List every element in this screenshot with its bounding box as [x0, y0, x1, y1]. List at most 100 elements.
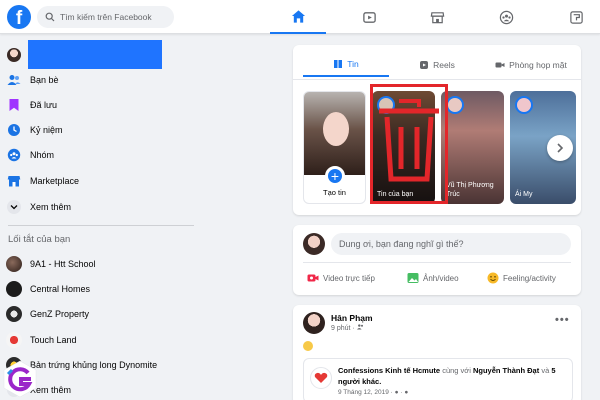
- sidebar-item-label: Marketplace: [30, 176, 80, 186]
- search-icon: [45, 12, 55, 22]
- tab-rooms[interactable]: Phòng họp mặt: [481, 53, 581, 77]
- nav-tab-home[interactable]: [270, 0, 326, 34]
- connector-text: và: [539, 366, 552, 375]
- photo-icon: [407, 273, 419, 283]
- shortcut-avatar: [6, 306, 22, 322]
- shared-post-date: 9 Tháng 12, 2019 · ● · ●: [338, 389, 409, 396]
- create-story-card[interactable]: + Tạo tin: [303, 91, 366, 204]
- story-avatar: [446, 96, 464, 114]
- post-time-text: 9 phút ·: [331, 325, 355, 332]
- video-camera-icon: [495, 62, 505, 68]
- post-composer: Dung ơi, bạn đang nghĩ gì thế? Video trự…: [293, 225, 581, 295]
- nav-tab-watch[interactable]: [341, 0, 397, 34]
- sidebar-item-label: Nhóm: [30, 150, 55, 160]
- reels-icon: [420, 61, 429, 69]
- sidebar-item-label: Bạn bè: [30, 75, 59, 85]
- nav-tab-marketplace[interactable]: [409, 0, 465, 34]
- story-avatar: [515, 96, 533, 114]
- book-icon: [334, 60, 343, 68]
- shortcut-label: Bản trứng khủng long Dynomite: [30, 360, 158, 370]
- tab-reels[interactable]: Reels: [389, 53, 485, 77]
- sidebar-item-memories[interactable]: Kỷ niệm: [6, 119, 196, 141]
- shortcut-label: Touch Land: [30, 335, 77, 345]
- groups-icon: [6, 147, 22, 163]
- plus-icon[interactable]: +: [325, 166, 345, 186]
- sidebar-item-label: Kỷ niệm: [30, 125, 63, 135]
- top-navigation-bar: f: [0, 0, 600, 34]
- search-input[interactable]: [60, 12, 170, 22]
- chevron-down-icon: [7, 200, 21, 214]
- post-time[interactable]: 9 phút ·: [331, 324, 364, 332]
- shortcut-label: Central Homes: [30, 284, 91, 294]
- connector-text: cùng với: [440, 366, 473, 375]
- action-label: Feeling/activity: [503, 273, 556, 283]
- create-story-photo: [304, 92, 365, 175]
- emoji-icon: [303, 341, 313, 351]
- photo-video-button[interactable]: Ảnh/video: [407, 268, 459, 288]
- facebook-logo[interactable]: f: [7, 5, 31, 29]
- nav-tab-groups[interactable]: [478, 0, 534, 34]
- shortcut-label: 9A1 - Htt School: [30, 259, 96, 269]
- watch-icon: [362, 11, 376, 23]
- friends-icon: [6, 72, 22, 88]
- shortcut-avatar: [6, 281, 22, 297]
- stories-next-button[interactable]: [547, 135, 573, 161]
- story-name: Ái My: [515, 191, 533, 198]
- composer-divider: [303, 262, 571, 263]
- sidebar-item-saved[interactable]: Đã lưu: [6, 94, 196, 116]
- tabs-divider: [293, 79, 581, 80]
- story-name: Tin của bạn: [377, 191, 414, 198]
- home-icon: [291, 9, 305, 23]
- shortcut-item[interactable]: 9A1 - Htt School: [6, 253, 196, 275]
- more-options-icon[interactable]: •••: [555, 314, 570, 326]
- tab-label: Phòng họp mặt: [509, 60, 567, 70]
- create-story-label: Tạo tin: [323, 188, 346, 197]
- story-card[interactable]: Vũ Thị Phương Trúc: [441, 91, 504, 204]
- story-avatar: [377, 96, 395, 114]
- shortcut-item[interactable]: GenZ Property: [6, 303, 196, 325]
- gaming-icon: [569, 10, 583, 24]
- memories-icon: [6, 122, 22, 138]
- tab-stories[interactable]: Tin: [303, 53, 389, 77]
- shortcuts-heading: Lối tắt của bạn: [8, 234, 71, 245]
- sidebar-item-marketplace[interactable]: Marketplace: [6, 170, 196, 192]
- composer-input[interactable]: Dung ơi, bạn đang nghĩ gì thế?: [331, 233, 571, 255]
- shortcut-item[interactable]: Touch Land: [6, 329, 196, 351]
- tagged-person[interactable]: Nguyễn Thành Đạt: [473, 366, 539, 375]
- feeling-icon: [487, 272, 499, 284]
- tab-label: Tin: [347, 59, 359, 69]
- sidebar-item-label: Xem thêm: [30, 202, 72, 212]
- story-card-your-story[interactable]: Tin của bạn: [372, 91, 435, 204]
- feed-post: Hân Phạm 9 phút · ••• Confessions Kinh t…: [293, 305, 581, 400]
- shortcut-avatar: [6, 332, 22, 348]
- sidebar-item-friends[interactable]: Bạn bè: [6, 69, 196, 91]
- shortcut-avatar: [6, 256, 22, 272]
- shortcut-item[interactable]: Central Homes: [6, 278, 196, 300]
- sidebar-item-groups[interactable]: Nhóm: [6, 144, 196, 166]
- saved-icon: [6, 97, 22, 113]
- action-label: Ảnh/video: [423, 273, 459, 283]
- action-label: Video trực tiếp: [323, 273, 375, 283]
- search-box[interactable]: [37, 6, 174, 28]
- watermark-logo-icon: [3, 360, 37, 398]
- stories-card: Tin Reels Phòng họp mặt + Tạo tin Tin củ…: [293, 45, 581, 215]
- feeling-activity-button[interactable]: Feeling/activity: [487, 268, 556, 288]
- live-video-button[interactable]: Video trực tiếp: [307, 268, 375, 288]
- chevron-right-icon: [557, 143, 564, 153]
- marketplace-icon: [430, 11, 444, 23]
- post-author[interactable]: Hân Phạm: [331, 313, 373, 323]
- shared-post[interactable]: Confessions Kinh tế Hcmute cùng với Nguy…: [303, 358, 573, 400]
- nav-tab-gaming[interactable]: [548, 0, 600, 34]
- sidebar-divider: [8, 225, 194, 226]
- page-logo-icon: [310, 367, 332, 389]
- sidebar-item-see-more[interactable]: Xem thêm: [6, 196, 196, 218]
- sidebar-item-label: Đã lưu: [30, 100, 58, 110]
- live-video-icon: [307, 274, 319, 282]
- story-name: Vũ Thị Phương Trúc: [446, 182, 494, 198]
- avatar[interactable]: [303, 312, 325, 334]
- shared-post-text: Confessions Kinh tế Hcmute cùng với Nguy…: [338, 365, 568, 387]
- shared-page-name[interactable]: Confessions Kinh tế Hcmute: [338, 366, 440, 375]
- profile-name-redacted: [28, 40, 162, 69]
- avatar[interactable]: [303, 233, 325, 255]
- friends-audience-icon: [356, 324, 363, 330]
